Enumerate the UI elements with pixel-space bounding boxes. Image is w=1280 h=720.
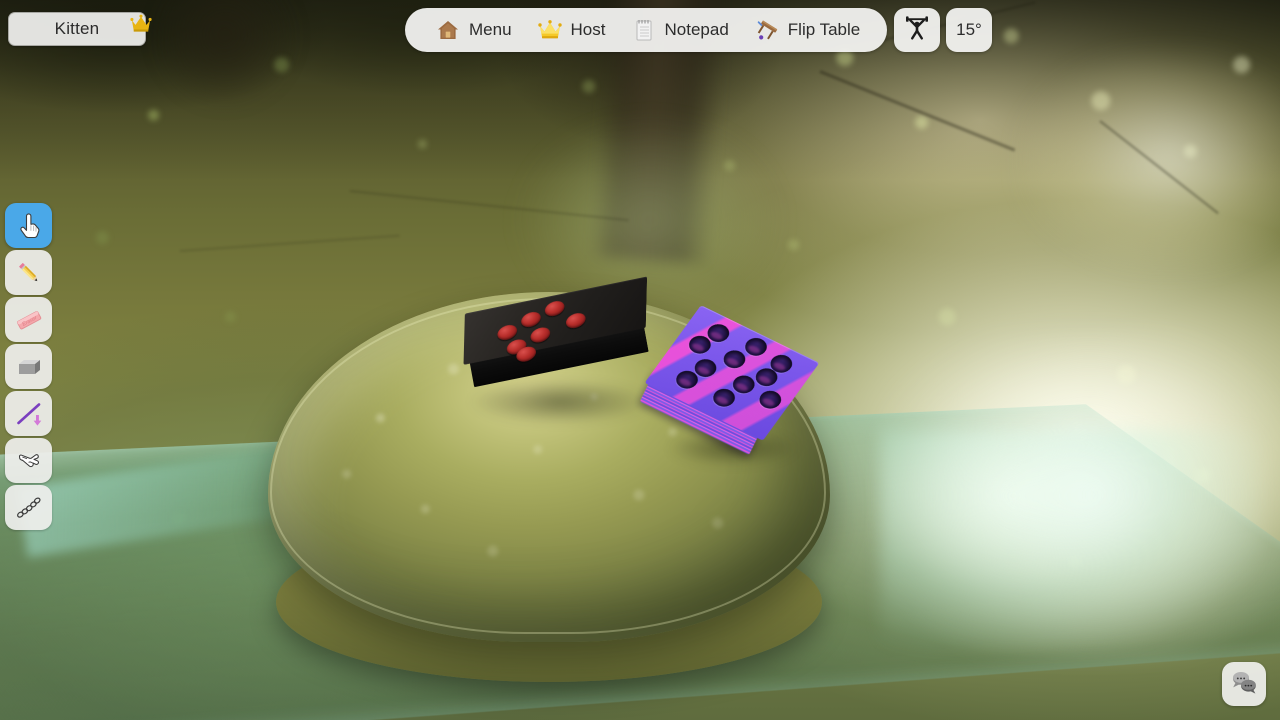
tool-erase[interactable]: Eraser bbox=[5, 297, 52, 342]
host-button[interactable]: Host bbox=[525, 8, 619, 52]
tool-flick[interactable] bbox=[5, 438, 52, 483]
tool-pointer[interactable] bbox=[5, 203, 52, 248]
crown-icon bbox=[130, 14, 152, 34]
house-icon bbox=[436, 18, 460, 42]
grey-box-icon bbox=[14, 352, 44, 382]
pencil-icon bbox=[14, 258, 44, 288]
notepad-label: Notepad bbox=[664, 20, 729, 39]
line-arrow-icon bbox=[14, 399, 44, 429]
chain-joint-icon bbox=[14, 493, 44, 523]
svg-text:Eraser: Eraser bbox=[21, 314, 38, 327]
menu-label: Menu bbox=[469, 20, 512, 39]
weightlifter-icon bbox=[904, 15, 930, 46]
menu-button[interactable]: Menu bbox=[423, 8, 525, 52]
flip-table-button[interactable]: Flip Table bbox=[742, 8, 873, 52]
tool-hidden-zone[interactable] bbox=[5, 344, 52, 389]
sunlight-patch-center bbox=[520, 120, 780, 320]
flip-table-label: Flip Table bbox=[787, 20, 861, 39]
tool-joint[interactable] bbox=[5, 485, 52, 530]
eraser-icon: Eraser bbox=[14, 305, 44, 335]
chat-bubbles-icon bbox=[1229, 667, 1259, 702]
chat-button[interactable] bbox=[1222, 662, 1266, 706]
main-toolbar: Menu Host Notepad Flip Table bbox=[405, 8, 888, 52]
game-viewport[interactable] bbox=[0, 0, 1280, 720]
slab-highlight-right bbox=[880, 430, 1260, 650]
player-name-label: Kitten bbox=[54, 19, 100, 38]
pointing-hand-icon bbox=[14, 211, 44, 241]
notepad-button[interactable]: Notepad bbox=[619, 8, 742, 52]
rotation-snap-value: 15° bbox=[956, 20, 982, 39]
flick-hand-icon bbox=[14, 446, 44, 476]
tool-draw[interactable] bbox=[5, 250, 52, 295]
player-name-badge[interactable]: Kitten bbox=[8, 12, 146, 46]
tool-rail: Eraser bbox=[5, 203, 52, 530]
rotation-snap-button[interactable]: 15° bbox=[946, 8, 992, 52]
tool-line[interactable] bbox=[5, 391, 52, 436]
physics-button[interactable] bbox=[894, 8, 940, 52]
flip-table-icon bbox=[755, 18, 779, 42]
black-tile-shadow bbox=[470, 380, 650, 424]
notepad-icon bbox=[632, 18, 656, 42]
game-window: Kitten Menu Host Notepad Flip Table 15° … bbox=[0, 0, 1280, 720]
crown-icon bbox=[537, 18, 562, 42]
host-label: Host bbox=[570, 20, 606, 39]
